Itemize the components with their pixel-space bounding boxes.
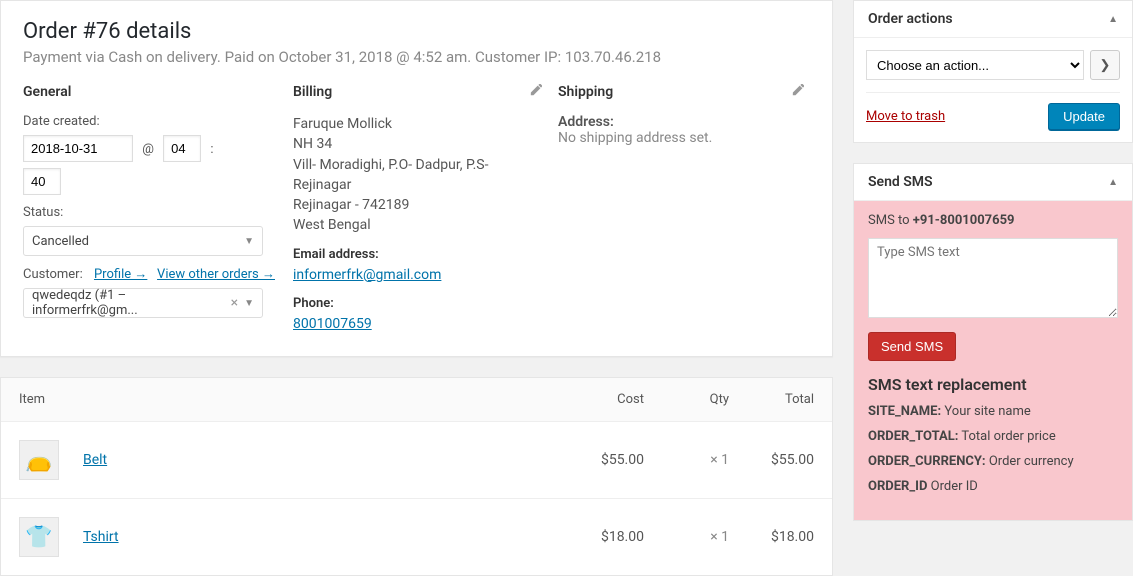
order-actions-header[interactable]: Order actions ▲ (854, 1, 1132, 38)
chevron-down-icon: ▼ (244, 298, 254, 309)
billing-line1: NH 34 (293, 134, 548, 154)
chevron-down-icon: ▼ (244, 236, 254, 247)
item-cost: $55.00 (559, 452, 644, 468)
col-qty: Qty (644, 392, 729, 407)
phone-label: Phone: (293, 295, 548, 314)
minute-input[interactable] (23, 168, 61, 195)
sms-replacement-item: ORDER_TOTAL: Total order price (868, 429, 1118, 444)
item-cost: $18.00 (559, 529, 644, 545)
item-qty: × 1 (644, 452, 729, 468)
item-thumbnail[interactable]: 👝 (19, 440, 59, 480)
billing-column: Billing Faruque Mollick NH 34 Vill- Mora… (293, 84, 548, 334)
item-qty: × 1 (644, 529, 729, 545)
item-total: $18.00 (729, 529, 814, 545)
chevron-right-icon: ❯ (1100, 58, 1111, 73)
sms-to-number: +91-8001007659 (913, 213, 1015, 228)
hour-input[interactable] (163, 135, 201, 162)
at-symbol: @ (136, 142, 160, 157)
order-title: Order #76 details (23, 19, 810, 44)
billing-heading: Billing (293, 84, 548, 100)
view-other-orders-link[interactable]: View other orders → (157, 267, 275, 282)
shipping-column: Shipping Address: No shipping address se… (558, 84, 810, 334)
item-name-link[interactable]: Belt (83, 452, 107, 468)
status-select[interactable]: Cancelled ▼ (23, 226, 263, 256)
date-created-label: Date created: (23, 114, 283, 129)
sms-replacement-item: ORDER_ID Order ID (868, 479, 1118, 494)
table-row: 👝 Belt $55.00 × 1 $55.00 (1, 422, 832, 499)
order-actions-panel: Order actions ▲ Choose an action... ❯ Mo… (853, 0, 1133, 143)
order-items-panel: Item Cost Qty Total 👝 Belt $55.00 × 1 $5… (0, 377, 833, 576)
shipping-address-label: Address: (558, 114, 810, 130)
billing-line3: Rejinagar - 742189 (293, 195, 548, 215)
colon-symbol: : (204, 142, 213, 157)
sms-text-input[interactable] (868, 238, 1118, 318)
sms-replacement-item: ORDER_CURRENCY: Order currency (868, 454, 1118, 469)
col-total: Total (729, 392, 814, 407)
send-sms-button[interactable]: Send SMS (868, 332, 956, 361)
send-sms-panel: Send SMS ▲ SMS to +91-8001007659 Send SM… (853, 163, 1133, 521)
customer-select[interactable]: qwedeqdz (#1 – informerfrk@gm... × ▼ (23, 288, 263, 318)
edit-billing-icon[interactable] (528, 84, 542, 102)
email-label: Email address: (293, 246, 548, 265)
order-details-panel: Order #76 details Payment via Cash on de… (0, 0, 833, 357)
billing-phone-link[interactable]: 8001007659 (293, 316, 372, 332)
shipping-heading: Shipping (558, 84, 810, 100)
update-button[interactable]: Update (1048, 103, 1120, 130)
send-sms-title: Send SMS (868, 174, 933, 190)
order-subtitle: Payment via Cash on delivery. Paid on Oc… (23, 48, 810, 66)
sms-replacement-item: SITE_NAME: Your site name (868, 404, 1118, 419)
send-sms-header[interactable]: Send SMS ▲ (854, 164, 1132, 201)
item-name-link[interactable]: Tshirt (83, 529, 119, 545)
customer-value: qwedeqdz (#1 – informerfrk@gm... (32, 288, 231, 318)
billing-name: Faruque Mollick (293, 114, 548, 134)
apply-action-button[interactable]: ❯ (1090, 50, 1120, 80)
order-actions-title: Order actions (868, 11, 953, 27)
collapse-icon[interactable]: ▲ (1108, 177, 1118, 188)
sms-to-line: SMS to +91-8001007659 (868, 213, 1118, 228)
move-to-trash-link[interactable]: Move to trash (866, 109, 945, 124)
status-label: Status: (23, 205, 283, 220)
billing-email-link[interactable]: informerfrk@gmail.com (293, 267, 441, 283)
edit-shipping-icon[interactable] (790, 84, 804, 102)
order-action-select[interactable]: Choose an action... (866, 50, 1084, 80)
table-row: 👕 Tshirt $18.00 × 1 $18.00 (1, 499, 832, 575)
col-cost: Cost (559, 392, 644, 407)
general-column: General Date created: @ : Status: Canc (23, 84, 283, 334)
clear-customer-icon[interactable]: × (231, 295, 238, 311)
billing-line2: Vill- Moradighi, P.O- Dadpur, P.S- Rejin… (293, 155, 548, 196)
general-heading: General (23, 84, 283, 100)
collapse-icon[interactable]: ▲ (1108, 14, 1118, 25)
sms-replacement-heading: SMS text replacement (868, 375, 1118, 394)
col-item: Item (19, 392, 559, 407)
item-total: $55.00 (729, 452, 814, 468)
shipping-address-value: No shipping address set. (558, 130, 810, 146)
date-created-input[interactable] (23, 135, 133, 162)
status-value: Cancelled (32, 234, 89, 249)
profile-link[interactable]: Profile → (94, 267, 147, 282)
item-thumbnail[interactable]: 👕 (19, 517, 59, 557)
customer-label: Customer: (23, 267, 83, 282)
billing-state: West Bengal (293, 215, 548, 235)
